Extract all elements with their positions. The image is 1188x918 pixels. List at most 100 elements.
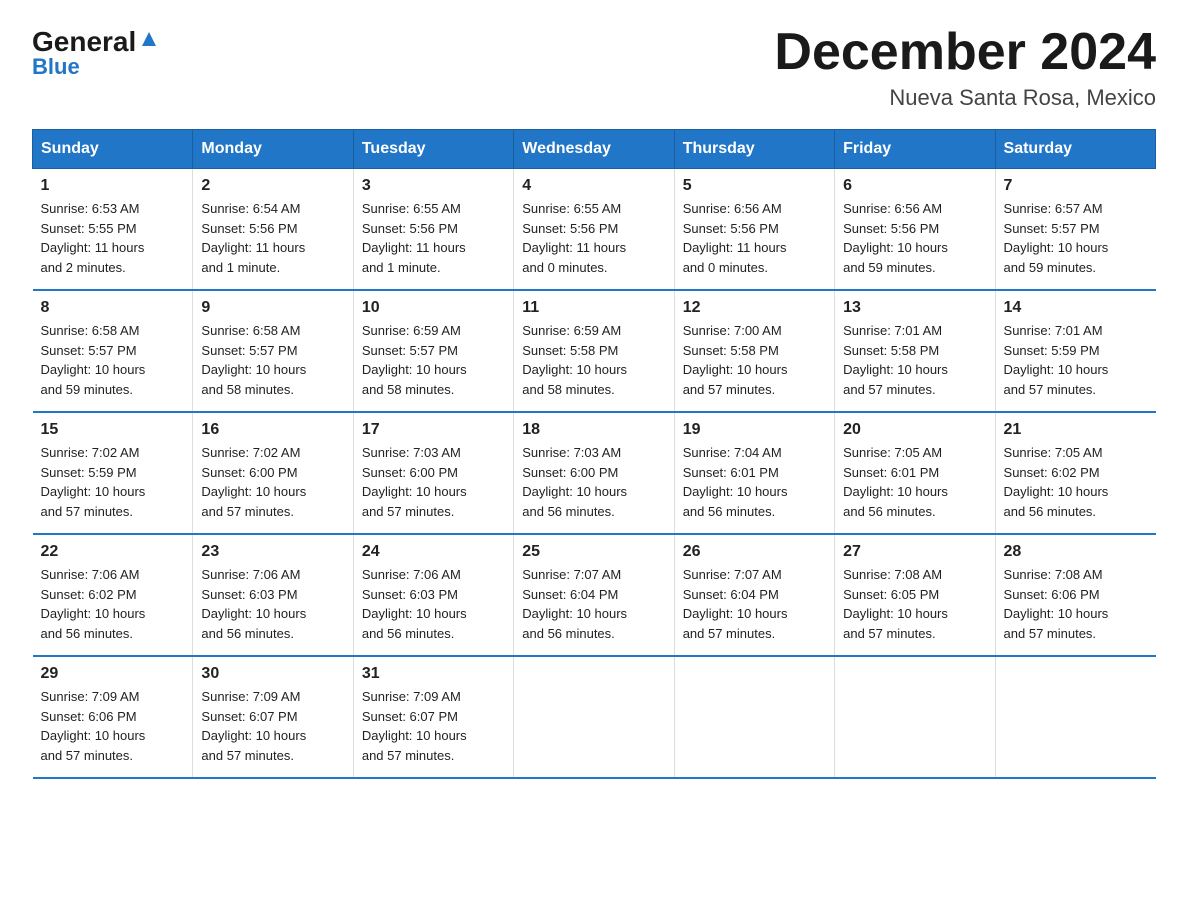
day-info: Sunrise: 7:01 AM Sunset: 5:59 PM Dayligh… [1004,321,1148,399]
day-info: Sunrise: 7:05 AM Sunset: 6:01 PM Dayligh… [843,443,986,521]
header-saturday: Saturday [995,130,1155,169]
day-number: 7 [1004,177,1148,195]
day-number: 24 [362,543,505,561]
calendar-header-row: SundayMondayTuesdayWednesdayThursdayFrid… [33,130,1156,169]
day-info: Sunrise: 7:05 AM Sunset: 6:02 PM Dayligh… [1004,443,1148,521]
day-number: 10 [362,299,505,317]
day-cell: 3 Sunrise: 6:55 AM Sunset: 5:56 PM Daylig… [353,169,513,291]
day-info: Sunrise: 7:03 AM Sunset: 6:00 PM Dayligh… [522,443,665,521]
day-cell: 17 Sunrise: 7:03 AM Sunset: 6:00 PM Dayli… [353,412,513,534]
day-cell: 2Sunrise: 6:54 AM Sunset: 5:56 PM Daylig… [193,169,353,291]
day-info: Sunrise: 7:00 AM Sunset: 5:58 PM Dayligh… [683,321,826,399]
day-info: Sunrise: 6:58 AM Sunset: 5:57 PM Dayligh… [201,321,344,399]
day-number: 9 [201,299,344,317]
day-cell: 18Sunrise: 7:03 AM Sunset: 6:00 PM Dayli… [514,412,674,534]
logo-name2: Blue [32,54,80,80]
day-number: 31 [362,665,505,683]
header-tuesday: Tuesday [353,130,513,169]
day-number: 21 [1004,421,1148,439]
day-info: Sunrise: 7:06 AM Sunset: 6:03 PM Dayligh… [362,565,505,643]
day-cell: 26Sunrise: 7:07 AM Sunset: 6:04 PM Dayli… [674,534,834,656]
day-info: Sunrise: 7:06 AM Sunset: 6:03 PM Dayligh… [201,565,344,643]
header-sunday: Sunday [33,130,193,169]
week-row-5: 29 Sunrise: 7:09 AM Sunset: 6:06 PM Dayli… [33,656,1156,778]
day-cell: 19Sunrise: 7:04 AM Sunset: 6:01 PM Dayli… [674,412,834,534]
header-wednesday: Wednesday [514,130,674,169]
day-number: 23 [201,543,344,561]
page-header: General Blue December 2024 Nueva Santa R… [32,24,1156,111]
day-cell: 29 Sunrise: 7:09 AM Sunset: 6:06 PM Dayli… [33,656,193,778]
day-cell: 1 Sunrise: 6:53 AM Sunset: 5:55 PM Daylig… [33,169,193,291]
day-info: Sunrise: 7:09 AM Sunset: 6:06 PM Dayligh… [41,687,185,765]
day-info: Sunrise: 7:06 AM Sunset: 6:02 PM Dayligh… [41,565,185,643]
day-info: Sunrise: 6:55 AM Sunset: 5:56 PM Dayligh… [362,199,505,277]
day-info: Sunrise: 7:01 AM Sunset: 5:58 PM Dayligh… [843,321,986,399]
day-number: 16 [201,421,344,439]
day-number: 1 [41,177,185,195]
day-number: 30 [201,665,344,683]
day-number: 17 [362,421,505,439]
day-info: Sunrise: 6:56 AM Sunset: 5:56 PM Dayligh… [843,199,986,277]
day-cell: 8Sunrise: 6:58 AM Sunset: 5:57 PM Daylig… [33,290,193,412]
day-number: 20 [843,421,986,439]
day-number: 25 [522,543,665,561]
day-cell: 13 Sunrise: 7:01 AM Sunset: 5:58 PM Dayli… [835,290,995,412]
logo-triangle-icon [138,28,160,50]
day-info: Sunrise: 6:59 AM Sunset: 5:58 PM Dayligh… [522,321,665,399]
day-number: 22 [41,543,185,561]
week-row-1: 1 Sunrise: 6:53 AM Sunset: 5:55 PM Daylig… [33,169,1156,291]
day-number: 29 [41,665,185,683]
title-section: December 2024 Nueva Santa Rosa, Mexico [774,24,1156,111]
day-number: 28 [1004,543,1148,561]
day-info: Sunrise: 6:59 AM Sunset: 5:57 PM Dayligh… [362,321,505,399]
day-info: Sunrise: 7:08 AM Sunset: 6:06 PM Dayligh… [1004,565,1148,643]
day-cell: 23 Sunrise: 7:06 AM Sunset: 6:03 PM Dayli… [193,534,353,656]
day-cell [995,656,1155,778]
day-number: 4 [522,177,665,195]
header-friday: Friday [835,130,995,169]
day-cell [674,656,834,778]
day-number: 14 [1004,299,1148,317]
day-cell: 12 Sunrise: 7:00 AM Sunset: 5:58 PM Dayli… [674,290,834,412]
day-number: 6 [843,177,986,195]
day-info: Sunrise: 7:04 AM Sunset: 6:01 PM Dayligh… [683,443,826,521]
header-monday: Monday [193,130,353,169]
day-cell: 11Sunrise: 6:59 AM Sunset: 5:58 PM Dayli… [514,290,674,412]
month-title: December 2024 [774,24,1156,81]
day-info: Sunrise: 6:57 AM Sunset: 5:57 PM Dayligh… [1004,199,1148,277]
day-cell: 5 Sunrise: 6:56 AM Sunset: 5:56 PM Daylig… [674,169,834,291]
day-number: 5 [683,177,826,195]
day-cell: 28 Sunrise: 7:08 AM Sunset: 6:06 PM Dayli… [995,534,1155,656]
day-cell: 22 Sunrise: 7:06 AM Sunset: 6:02 PM Dayli… [33,534,193,656]
day-cell: 7 Sunrise: 6:57 AM Sunset: 5:57 PM Daylig… [995,169,1155,291]
day-cell: 24 Sunrise: 7:06 AM Sunset: 6:03 PM Dayli… [353,534,513,656]
day-cell: 16 Sunrise: 7:02 AM Sunset: 6:00 PM Dayli… [193,412,353,534]
day-cell: 20 Sunrise: 7:05 AM Sunset: 6:01 PM Dayli… [835,412,995,534]
day-info: Sunrise: 7:02 AM Sunset: 5:59 PM Dayligh… [41,443,185,521]
day-info: Sunrise: 7:02 AM Sunset: 6:00 PM Dayligh… [201,443,344,521]
header-thursday: Thursday [674,130,834,169]
day-number: 27 [843,543,986,561]
day-info: Sunrise: 7:03 AM Sunset: 6:00 PM Dayligh… [362,443,505,521]
day-cell: 9 Sunrise: 6:58 AM Sunset: 5:57 PM Daylig… [193,290,353,412]
week-row-4: 22 Sunrise: 7:06 AM Sunset: 6:02 PM Dayli… [33,534,1156,656]
day-info: Sunrise: 6:53 AM Sunset: 5:55 PM Dayligh… [41,199,185,277]
day-cell: 10 Sunrise: 6:59 AM Sunset: 5:57 PM Dayli… [353,290,513,412]
day-cell [835,656,995,778]
day-number: 15 [41,421,185,439]
logo-name1: General [32,28,136,56]
day-number: 8 [41,299,185,317]
day-cell: 25Sunrise: 7:07 AM Sunset: 6:04 PM Dayli… [514,534,674,656]
day-number: 12 [683,299,826,317]
day-number: 13 [843,299,986,317]
day-number: 3 [362,177,505,195]
week-row-2: 8 Sunrise: 6:58 AM Sunset: 5:57 PM Daylig… [33,290,1156,412]
calendar-table: SundayMondayTuesdayWednesdayThursdayFrid… [32,129,1156,779]
day-cell [514,656,674,778]
day-number: 26 [683,543,826,561]
week-row-3: 15 Sunrise: 7:02 AM Sunset: 5:59 PM Dayli… [33,412,1156,534]
day-info: Sunrise: 6:56 AM Sunset: 5:56 PM Dayligh… [683,199,826,277]
day-info: Sunrise: 7:09 AM Sunset: 6:07 PM Dayligh… [201,687,344,765]
day-info: Sunrise: 7:09 AM Sunset: 6:07 PM Dayligh… [362,687,505,765]
day-number: 2 [201,177,344,195]
